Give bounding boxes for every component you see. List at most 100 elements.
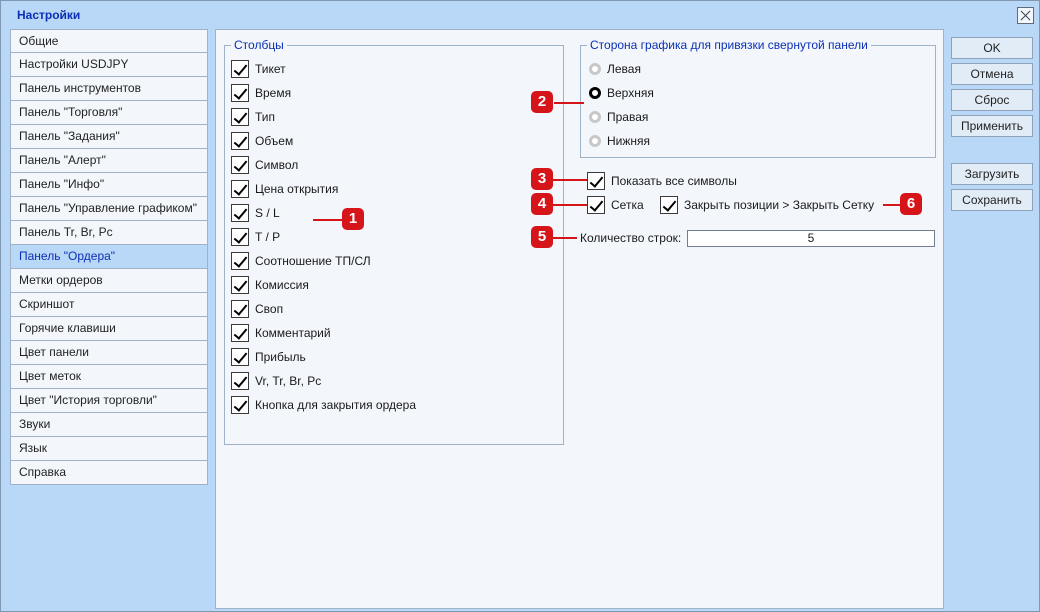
checkmark-icon[interactable]	[231, 300, 249, 318]
column-tp-sl-ratio-checkbox[interactable]: Соотношение ТП/СЛ	[231, 251, 371, 271]
sidebar-item-symbol-settings[interactable]: Настройки USDJPY	[10, 53, 208, 77]
column-vr-tr-br-pc-checkbox[interactable]: Vr, Tr, Br, Pc	[231, 371, 321, 391]
side-left-radio[interactable]: Левая	[589, 59, 641, 79]
grid-checkbox[interactable]: Сетка	[587, 195, 644, 215]
checkmark-icon[interactable]	[231, 180, 249, 198]
column-profit-checkbox[interactable]: Прибыль	[231, 347, 306, 367]
marker-5: 5	[531, 226, 553, 248]
checkmark-icon[interactable]	[231, 204, 249, 222]
checkmark-icon[interactable]	[231, 84, 249, 102]
column-time-checkbox[interactable]: Время	[231, 83, 291, 103]
checkmark-icon[interactable]	[231, 132, 249, 150]
sidebar-item-tasks-panel[interactable]: Панель "Задания"	[10, 125, 208, 149]
radio-label: Правая	[607, 110, 649, 124]
checkbox-label: Прибыль	[255, 350, 306, 364]
checkmark-icon[interactable]	[231, 252, 249, 270]
sidebar-item-alert-panel[interactable]: Панель "Алерт"	[10, 149, 208, 173]
save-button[interactable]: Сохранить	[951, 189, 1033, 211]
checkbox-label: T / P	[255, 230, 281, 244]
checkmark-icon[interactable]	[231, 324, 249, 342]
reset-button[interactable]: Сброс	[951, 89, 1033, 111]
checkbox-label: Сетка	[611, 198, 644, 212]
title-bar: Настройки	[1, 1, 1039, 29]
column-symbol-checkbox[interactable]: Символ	[231, 155, 298, 175]
checkmark-icon[interactable]	[587, 172, 605, 190]
column-tp-checkbox[interactable]: T / P	[231, 227, 280, 247]
checkmark-icon[interactable]	[231, 156, 249, 174]
column-comment-checkbox[interactable]: Комментарий	[231, 323, 331, 343]
sidebar-item-orders-panel[interactable]: Панель "Ордера"	[10, 245, 208, 269]
marker-3: 3	[531, 168, 553, 190]
radio-icon[interactable]	[589, 63, 601, 75]
checkmark-icon[interactable]	[231, 396, 249, 414]
ok-button[interactable]: OK	[951, 37, 1033, 59]
checkmark-icon[interactable]	[231, 348, 249, 366]
radio-label: Левая	[607, 62, 641, 76]
radio-icon[interactable]	[589, 111, 601, 123]
column-type-checkbox[interactable]: Тип	[231, 107, 275, 127]
checkmark-icon[interactable]	[231, 372, 249, 390]
apply-button[interactable]: Применить	[951, 115, 1033, 137]
window-title: Настройки	[17, 8, 81, 22]
marker-6-line	[883, 204, 901, 206]
marker-4: 4	[531, 193, 553, 215]
show-all-symbols-checkbox[interactable]: Показать все символы	[587, 171, 737, 191]
sidebar-item-chart-control-panel[interactable]: Панель "Управление графиком"	[10, 197, 208, 221]
column-sl-checkbox[interactable]: S / L	[231, 203, 280, 223]
sidebar-item-general[interactable]: Общие	[10, 29, 208, 53]
rows-count-input[interactable]: 5	[687, 230, 935, 247]
checkbox-label: Тикет	[255, 62, 286, 76]
marker-6: 6	[900, 193, 922, 215]
marker-2: 2	[531, 91, 553, 113]
checkmark-icon[interactable]	[231, 228, 249, 246]
settings-window: Настройки Общие Настройки USDJPY Панель …	[0, 0, 1040, 612]
sidebar-item-label-color[interactable]: Цвет меток	[10, 365, 208, 389]
sidebar-item-help[interactable]: Справка	[10, 461, 208, 485]
column-close-button-checkbox[interactable]: Кнопка для закрытия ордера	[231, 395, 416, 415]
checkbox-label: Символ	[255, 158, 299, 172]
sidebar-item-screenshot[interactable]: Скриншот	[10, 293, 208, 317]
radio-label: Нижняя	[607, 134, 651, 148]
close-positions-grid-checkbox[interactable]: Закрыть позиции > Закрыть Сетку	[660, 195, 874, 215]
radio-icon[interactable]	[589, 135, 601, 147]
checkbox-label: Кнопка для закрытия ордера	[255, 398, 416, 412]
side-bottom-radio[interactable]: Нижняя	[589, 131, 650, 151]
checkbox-label: Комментарий	[255, 326, 331, 340]
checkmark-icon[interactable]	[587, 196, 605, 214]
sidebar-item-order-labels[interactable]: Метки ордеров	[10, 269, 208, 293]
sidebar-item-history-color[interactable]: Цвет "История торговли"	[10, 389, 208, 413]
column-commission-checkbox[interactable]: Комиссия	[231, 275, 309, 295]
checkmark-icon[interactable]	[231, 276, 249, 294]
side-right-radio[interactable]: Правая	[589, 107, 648, 127]
close-icon[interactable]	[1017, 7, 1034, 24]
checkbox-label: Время	[255, 86, 292, 100]
column-volume-checkbox[interactable]: Объем	[231, 131, 293, 151]
sidebar-item-tr-br-pc-panel[interactable]: Панель Tr, Br, Pc	[10, 221, 208, 245]
checkmark-icon[interactable]	[660, 196, 678, 214]
checkmark-icon[interactable]	[231, 60, 249, 78]
checkbox-label: Vr, Tr, Br, Pc	[255, 374, 322, 388]
column-swap-checkbox[interactable]: Своп	[231, 299, 283, 319]
settings-sidebar: Общие Настройки USDJPY Панель инструмент…	[10, 29, 208, 485]
sidebar-item-sounds[interactable]: Звуки	[10, 413, 208, 437]
checkmark-icon[interactable]	[231, 108, 249, 126]
load-button[interactable]: Загрузить	[951, 163, 1033, 185]
sidebar-item-info-panel[interactable]: Панель "Инфо"	[10, 173, 208, 197]
sidebar-item-toolbar[interactable]: Панель инструментов	[10, 77, 208, 101]
column-open-price-checkbox[interactable]: Цена открытия	[231, 179, 338, 199]
sidebar-item-language[interactable]: Язык	[10, 437, 208, 461]
side-top-radio[interactable]: Верхняя	[589, 83, 654, 103]
sidebar-item-hotkeys[interactable]: Горячие клавиши	[10, 317, 208, 341]
column-ticket-checkbox[interactable]: Тикет	[231, 59, 286, 79]
sidebar-item-panel-color[interactable]: Цвет панели	[10, 341, 208, 365]
checkbox-label: Показать все символы	[611, 174, 737, 188]
marker-1-line	[313, 219, 343, 221]
radio-selected-icon[interactable]	[589, 87, 601, 99]
cancel-button[interactable]: Отмена	[951, 63, 1033, 85]
checkbox-label: S / L	[255, 206, 280, 220]
checkbox-label: Цена открытия	[255, 182, 339, 196]
sidebar-item-trading-panel[interactable]: Панель "Торговля"	[10, 101, 208, 125]
checkbox-label: Тип	[255, 110, 276, 124]
checkbox-label: Своп	[255, 302, 284, 316]
panel-side-group-title: Сторона графика для привязки свернутой п…	[587, 38, 871, 52]
